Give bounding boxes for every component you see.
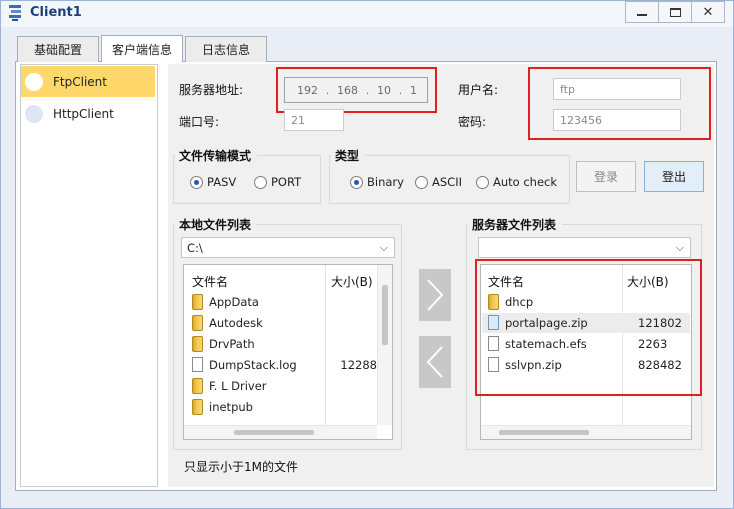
close-icon: ✕ <box>702 4 714 20</box>
transfer-mode-title: 文件传输模式 <box>175 147 258 164</box>
remote-path-select[interactable]: ⌵ <box>478 237 691 258</box>
folder-icon <box>192 293 203 310</box>
sidebar-item-label: FtpClient <box>53 74 107 89</box>
type-title: 类型 <box>331 147 366 164</box>
login-button[interactable]: 登录 <box>576 161 636 192</box>
port-label: 端口号: <box>179 115 220 129</box>
chevron-down-icon: ⌵ <box>379 241 388 254</box>
remote-hscrollbar-thumb[interactable] <box>499 430 589 435</box>
folder-icon <box>192 398 203 415</box>
local-file-list[interactable]: 文件名 大小(B) AppData Autodesk DrvPath DumpS… <box>183 264 393 440</box>
file-name: inetpub <box>209 399 253 414</box>
minimize-icon <box>637 14 647 16</box>
download-button[interactable] <box>419 336 451 388</box>
file-name: AppData <box>209 294 259 309</box>
ftpclient-icon <box>25 72 43 91</box>
file-size: 12288 <box>340 357 377 372</box>
tab-client-info[interactable]: 客户端信息 <box>101 35 183 62</box>
chevron-left-icon <box>426 346 443 378</box>
radio-pasv[interactable]: PASV <box>190 175 236 189</box>
list-item[interactable]: F. L Driver <box>192 375 377 396</box>
file-size-note: 只显示小于1M的文件 <box>184 460 298 474</box>
local-files-title: 本地文件列表 <box>175 216 258 233</box>
local-path-select[interactable]: C:\ ⌵ <box>181 237 395 258</box>
tab-log-info[interactable]: 日志信息 <box>185 36 267 62</box>
radio-label: Auto check <box>493 175 558 189</box>
port-field[interactable]: 21 <box>284 109 344 131</box>
chevron-down-icon: ⌵ <box>675 241 684 254</box>
radio-label: PORT <box>271 175 302 189</box>
list-item[interactable]: Autodesk <box>192 312 377 333</box>
password-label: 密码: <box>458 115 487 129</box>
sidebar-item-httpclient[interactable]: HttpClient <box>21 98 155 129</box>
radio-port[interactable]: PORT <box>254 175 301 189</box>
file-name: Autodesk <box>209 315 263 330</box>
local-col-size: 大小(B) <box>331 275 373 289</box>
list-item[interactable]: DrvPath <box>192 333 377 354</box>
list-item[interactable]: DumpStack.log 12288 <box>192 354 377 375</box>
upload-button[interactable] <box>419 269 451 321</box>
list-item[interactable]: AppData <box>192 291 377 312</box>
radio-unselected-icon <box>254 175 267 189</box>
radio-label: Binary <box>367 175 404 189</box>
local-col-name: 文件名 <box>192 275 229 289</box>
folder-icon <box>192 377 203 394</box>
chevron-right-icon <box>427 279 444 311</box>
credentials-highlight <box>528 67 711 140</box>
radio-label: PASV <box>207 175 237 189</box>
username-label: 用户名: <box>458 83 499 97</box>
httpclient-icon <box>25 104 43 123</box>
maximize-button[interactable] <box>658 1 692 23</box>
window-title: Client1 <box>30 5 82 20</box>
server-address-label: 服务器地址: <box>179 83 244 97</box>
folder-icon <box>192 314 203 331</box>
file-name: F. L Driver <box>209 378 267 393</box>
sidebar-item-label: HttpClient <box>53 106 114 121</box>
file-name: DrvPath <box>209 336 255 351</box>
title-bar <box>1 1 733 27</box>
file-icon <box>192 357 203 372</box>
remote-files-highlight <box>475 259 702 396</box>
local-hscrollbar-thumb[interactable] <box>234 430 314 435</box>
folder-icon <box>192 335 203 352</box>
server-address-highlight <box>276 67 437 113</box>
radio-ascii[interactable]: ASCII <box>415 175 462 189</box>
list-item[interactable]: inetpub <box>192 396 377 417</box>
maximize-icon <box>669 7 681 17</box>
minimize-button[interactable] <box>625 1 659 23</box>
local-scrollbar-thumb[interactable] <box>382 285 388 345</box>
radio-auto-check[interactable]: Auto check <box>476 175 557 189</box>
tab-basic-config[interactable]: 基础配置 <box>17 36 99 62</box>
app-icon <box>9 5 21 21</box>
radio-unselected-icon <box>476 175 489 189</box>
logout-button[interactable]: 登出 <box>644 161 704 192</box>
remote-files-title: 服务器文件列表 <box>468 216 563 233</box>
radio-unselected-icon <box>415 175 428 189</box>
radio-label: ASCII <box>432 175 462 189</box>
radio-selected-icon <box>190 175 203 189</box>
radio-binary[interactable]: Binary <box>350 175 404 189</box>
local-path-value: C:\ <box>187 240 203 255</box>
file-name: DumpStack.log <box>209 357 297 372</box>
close-button[interactable]: ✕ <box>691 1 725 23</box>
radio-selected-icon <box>350 175 363 189</box>
sidebar-item-ftpclient[interactable]: FtpClient <box>21 66 155 97</box>
